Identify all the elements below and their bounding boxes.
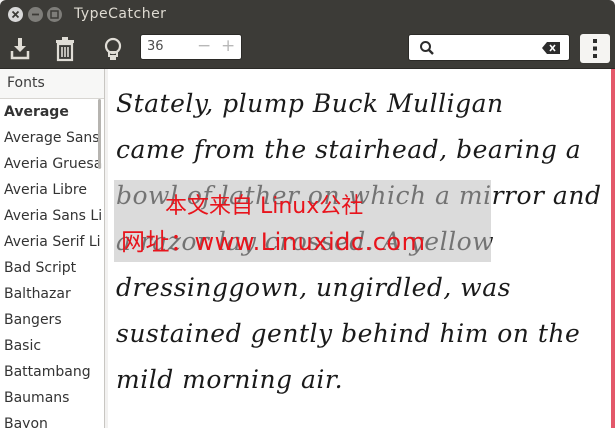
- window-maximize-button[interactable]: [47, 7, 62, 22]
- window-minimize-button[interactable]: [28, 7, 43, 22]
- font-size-spinner[interactable]: 36 − +: [140, 34, 242, 60]
- font-list-item[interactable]: Average: [0, 99, 104, 125]
- font-list-item[interactable]: Averia Serif Li: [0, 229, 104, 255]
- window-title: TypeCatcher: [74, 6, 167, 22]
- maximize-icon: [50, 10, 59, 19]
- close-icon: [11, 10, 20, 19]
- lightbulb-icon: [104, 37, 122, 60]
- font-list-item[interactable]: Average Sans: [0, 125, 104, 151]
- font-list-item[interactable]: Bayon: [0, 411, 104, 428]
- font-list-panel: Fonts Average Average Sans Averia Gruesa…: [0, 69, 105, 428]
- font-list-item[interactable]: Battambang: [0, 359, 104, 385]
- font-list-item[interactable]: Averia Gruesa: [0, 151, 104, 177]
- watermark-line-1: 本文来自 Linux公社: [165, 194, 364, 219]
- preview-line: sustained gently behind him on the: [116, 319, 581, 348]
- download-icon: [10, 38, 30, 60]
- clear-icon[interactable]: [542, 42, 560, 54]
- decrement-button[interactable]: −: [197, 36, 211, 56]
- preview-line: dressinggown, ungirdled, was: [116, 273, 511, 302]
- preview-line: came from the stairhead, bearing a: [116, 135, 582, 164]
- search-box[interactable]: [408, 34, 570, 61]
- preview-line: Stately, plump Buck Mulligan: [116, 89, 504, 118]
- trash-icon: [56, 37, 74, 62]
- font-list-item[interactable]: Bangers: [0, 307, 104, 333]
- increment-button[interactable]: +: [221, 36, 235, 56]
- download-button[interactable]: [6, 35, 34, 63]
- font-list-header[interactable]: Fonts: [0, 69, 104, 99]
- font-size-value[interactable]: 36: [147, 39, 164, 54]
- menu-button[interactable]: [580, 34, 610, 63]
- watermark-line-2: 网址：www.Linuxidc.com: [121, 228, 426, 256]
- minimize-icon: [32, 13, 39, 16]
- window-close-button[interactable]: [8, 7, 23, 22]
- font-list-item[interactable]: Averia Libre: [0, 177, 104, 203]
- font-list-item[interactable]: Averia Sans Li: [0, 203, 104, 229]
- window-edge-accent: [611, 69, 615, 428]
- font-list-item[interactable]: Bad Script: [0, 255, 104, 281]
- font-list-item[interactable]: Baumans: [0, 385, 104, 411]
- delete-button[interactable]: [51, 35, 79, 63]
- font-list-scrollbar[interactable]: [98, 99, 101, 169]
- menu-icon: [593, 39, 597, 58]
- preview-line: mild morning air.: [116, 365, 344, 394]
- search-icon: [420, 41, 434, 55]
- font-list-item[interactable]: Balthazar: [0, 281, 104, 307]
- title-bar: TypeCatcher: [0, 0, 615, 30]
- info-button[interactable]: [99, 35, 127, 63]
- font-list-item[interactable]: Basic: [0, 333, 104, 359]
- search-input[interactable]: [439, 38, 543, 58]
